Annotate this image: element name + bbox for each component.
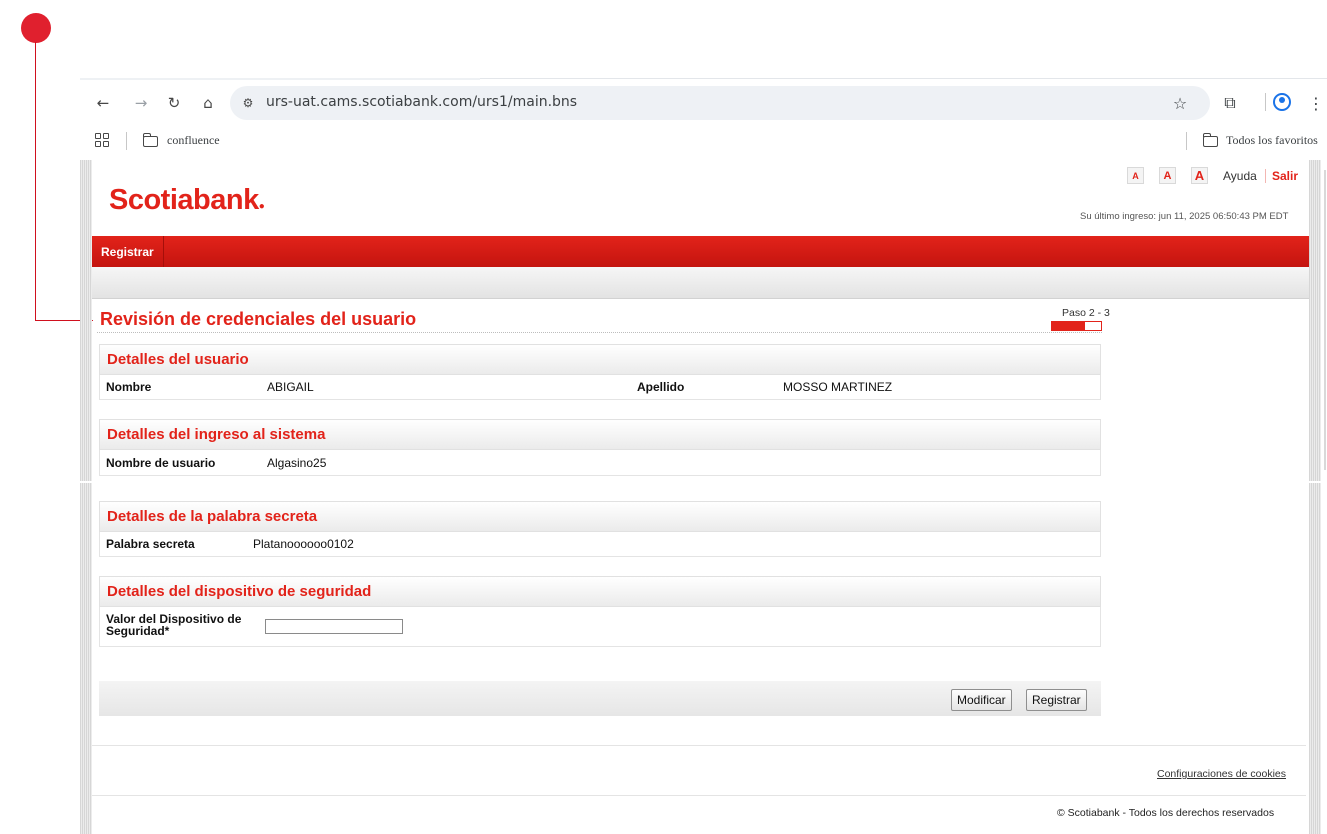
security-device-input[interactable]: [265, 619, 403, 634]
bookmarks-separator-right: [1186, 132, 1187, 150]
annotation-marker: [21, 13, 51, 43]
last-login-text: Su último ingreso: jun 11, 2025 06:50:43…: [1080, 211, 1289, 222]
bookmarks-bar: [80, 126, 1327, 156]
main-nav-bar: [92, 236, 1309, 267]
bookmarks-separator: [126, 132, 127, 150]
page-title: Revisión de credenciales del usuario: [100, 309, 417, 329]
sub-nav-bar: [92, 267, 1309, 299]
security-device-row: Valor del Dispositivo de Seguridad*: [99, 607, 1101, 647]
section-title: Detalles de la palabra secreta: [99, 501, 1101, 532]
secret-word-value: Platanoooooo0102: [253, 537, 354, 551]
section-security-device: Detalles del dispositivo de seguridad Va…: [99, 576, 1101, 647]
username-label: Nombre de usuario: [106, 456, 216, 470]
screenshot-seam: [80, 481, 1327, 483]
logout-link[interactable]: Salir: [1272, 169, 1298, 183]
first-name-label: Nombre: [106, 380, 152, 394]
copyright-text: © Scotiabank - Todos los derechos reserv…: [1057, 807, 1275, 819]
footer-divider-top: [92, 745, 1306, 746]
back-icon[interactable]: ←: [92, 92, 114, 114]
section-secret-word: Detalles de la palabra secreta Palabra s…: [99, 501, 1101, 557]
profile-icon[interactable]: [1273, 93, 1291, 111]
step-progress-fill: [1052, 322, 1085, 330]
site-info-icon[interactable]: ⚙: [238, 93, 258, 113]
security-device-label: Valor del Dispositivo de Seguridad*: [106, 613, 241, 637]
scrollbar[interactable]: [1322, 160, 1327, 834]
reload-icon[interactable]: ↻: [163, 92, 185, 114]
secret-word-row: Palabra secreta Platanoooooo0102: [99, 532, 1101, 557]
menu-kebab-icon[interactable]: ⋮: [1305, 92, 1327, 114]
section-title: Detalles del dispositivo de seguridad: [99, 576, 1101, 607]
username-value: Algasino25: [267, 456, 327, 470]
register-button[interactable]: Registrar: [1026, 689, 1087, 711]
logo-dot: ●: [258, 201, 265, 212]
scotiabank-logo[interactable]: Scotiabank●: [109, 184, 265, 217]
section-login-details: Detalles del ingreso al sistema Nombre d…: [99, 419, 1101, 476]
section-title: Detalles del usuario: [99, 344, 1101, 375]
extensions-icon[interactable]: ⧉: [1219, 92, 1241, 114]
folder-icon: [142, 133, 158, 147]
title-divider: [97, 332, 1102, 333]
step-indicator: Paso 2 - 3: [1062, 307, 1110, 319]
all-bookmarks-link[interactable]: Todos los favoritos: [1226, 133, 1318, 148]
section-user-details: Detalles del usuario Nombre ABIGAIL Apel…: [99, 344, 1101, 400]
footer-divider-bottom: [92, 795, 1306, 796]
forward-icon[interactable]: →: [130, 92, 152, 114]
font-size-large-button[interactable]: A: [1191, 167, 1208, 184]
header-separator: [1265, 169, 1266, 183]
last-name-value: MOSSO MARTINEZ: [783, 380, 893, 394]
page-gutter-left: [80, 160, 92, 834]
address-url[interactable]: urs-uat.cams.scotiabank.com/urs1/main.bn…: [266, 94, 577, 110]
bookmark-star-icon[interactable]: ☆: [1169, 92, 1191, 114]
section-title: Detalles del ingreso al sistema: [99, 419, 1101, 450]
last-name-label: Apellido: [637, 380, 685, 394]
font-size-small-button[interactable]: A: [1127, 167, 1144, 184]
help-link[interactable]: Ayuda: [1223, 169, 1257, 183]
screenshot-root: ← → ↻ ⌂ ⚙ urs-uat.cams.scotiabank.com/ur…: [0, 0, 1327, 834]
security-device-label-line2: Seguridad*: [106, 624, 170, 638]
step-progress-bar: [1051, 321, 1102, 331]
bookmark-folder-confluence[interactable]: confluence: [167, 133, 220, 148]
nav-item-registrar[interactable]: Registrar: [92, 236, 164, 267]
annotation-line-vertical: [35, 42, 36, 320]
secret-word-label: Palabra secreta: [106, 537, 195, 551]
login-details-row: Nombre de usuario Algasino25: [99, 450, 1101, 476]
modify-button[interactable]: Modificar: [951, 689, 1012, 711]
apps-grid-icon[interactable]: [95, 133, 109, 147]
first-name-value: ABIGAIL: [267, 380, 314, 394]
cookie-settings-link[interactable]: Configuraciones de cookies: [1157, 768, 1286, 780]
toolbar-separator: [1265, 93, 1266, 111]
font-size-medium-button[interactable]: A: [1159, 167, 1176, 184]
home-icon[interactable]: ⌂: [197, 92, 219, 114]
logo-text: Scotiabank: [109, 184, 259, 216]
page-gutter-right: [1309, 160, 1321, 834]
user-details-row: Nombre ABIGAIL Apellido MOSSO MARTINEZ: [99, 375, 1101, 400]
all-bookmarks-folder-icon: [1202, 133, 1218, 147]
